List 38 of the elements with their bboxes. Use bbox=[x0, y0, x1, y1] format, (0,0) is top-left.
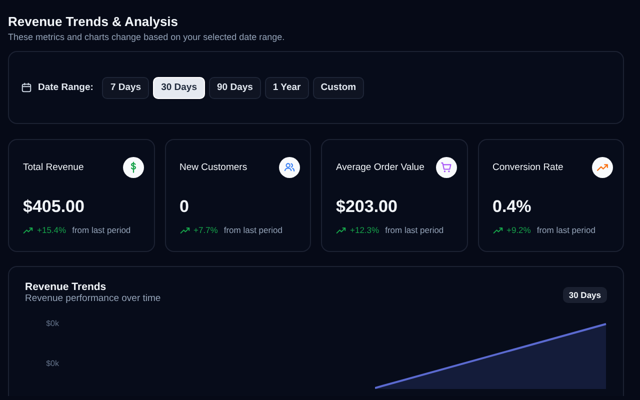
change-note: from last period bbox=[536, 225, 596, 235]
period-badge: 30 Days bbox=[562, 287, 607, 303]
users-icon bbox=[279, 156, 300, 178]
change-percent: +7.7% bbox=[194, 225, 218, 235]
date-range-option[interactable]: Custom bbox=[312, 76, 364, 98]
change-note: from last period bbox=[385, 225, 444, 235]
page-title: Revenue Trends & Analysis bbox=[8, 14, 180, 30]
trend-up-icon bbox=[336, 226, 346, 234]
trend-up-icon bbox=[23, 226, 33, 234]
metric-title: New Customers bbox=[180, 162, 248, 172]
date-range-option[interactable]: 7 Days bbox=[102, 76, 150, 98]
trend-up-icon bbox=[492, 226, 502, 234]
change-note: from last period bbox=[72, 225, 131, 235]
trend-up-icon bbox=[592, 156, 613, 178]
metric-value: 0 bbox=[180, 197, 190, 217]
y-axis-label: $0k bbox=[46, 319, 59, 328]
metric-title: Average Order Value bbox=[336, 162, 424, 172]
page-subtitle: These metrics and charts change based on your selected date range. bbox=[8, 32, 286, 42]
metric-value: 0.4% bbox=[492, 197, 532, 217]
change-percent: +15.4% bbox=[37, 225, 66, 235]
metric-value: $405.00 bbox=[23, 197, 86, 217]
chart-subtitle: Revenue performance over time bbox=[25, 293, 161, 304]
trend-up-icon bbox=[180, 226, 190, 234]
y-axis-label: $0k bbox=[46, 359, 59, 368]
date-range-option[interactable]: 1 Year bbox=[264, 76, 309, 98]
metric-value: $203.00 bbox=[336, 197, 398, 217]
metric-title: Total Revenue bbox=[23, 162, 84, 172]
metric-title: Conversion Rate bbox=[492, 162, 564, 172]
change-note: from last period bbox=[224, 225, 282, 235]
date-range-option[interactable]: 90 Days bbox=[209, 76, 261, 98]
date-range-label: Date Range: bbox=[38, 82, 94, 93]
chart-title: Revenue Trends bbox=[25, 281, 108, 293]
change-percent: +9.2% bbox=[506, 225, 531, 235]
date-range-option[interactable]: 30 Days bbox=[153, 76, 205, 98]
dollar-icon bbox=[122, 156, 144, 178]
cart-icon bbox=[436, 156, 456, 178]
change-percent: +12.3% bbox=[350, 225, 380, 235]
calendar-icon bbox=[21, 82, 32, 93]
